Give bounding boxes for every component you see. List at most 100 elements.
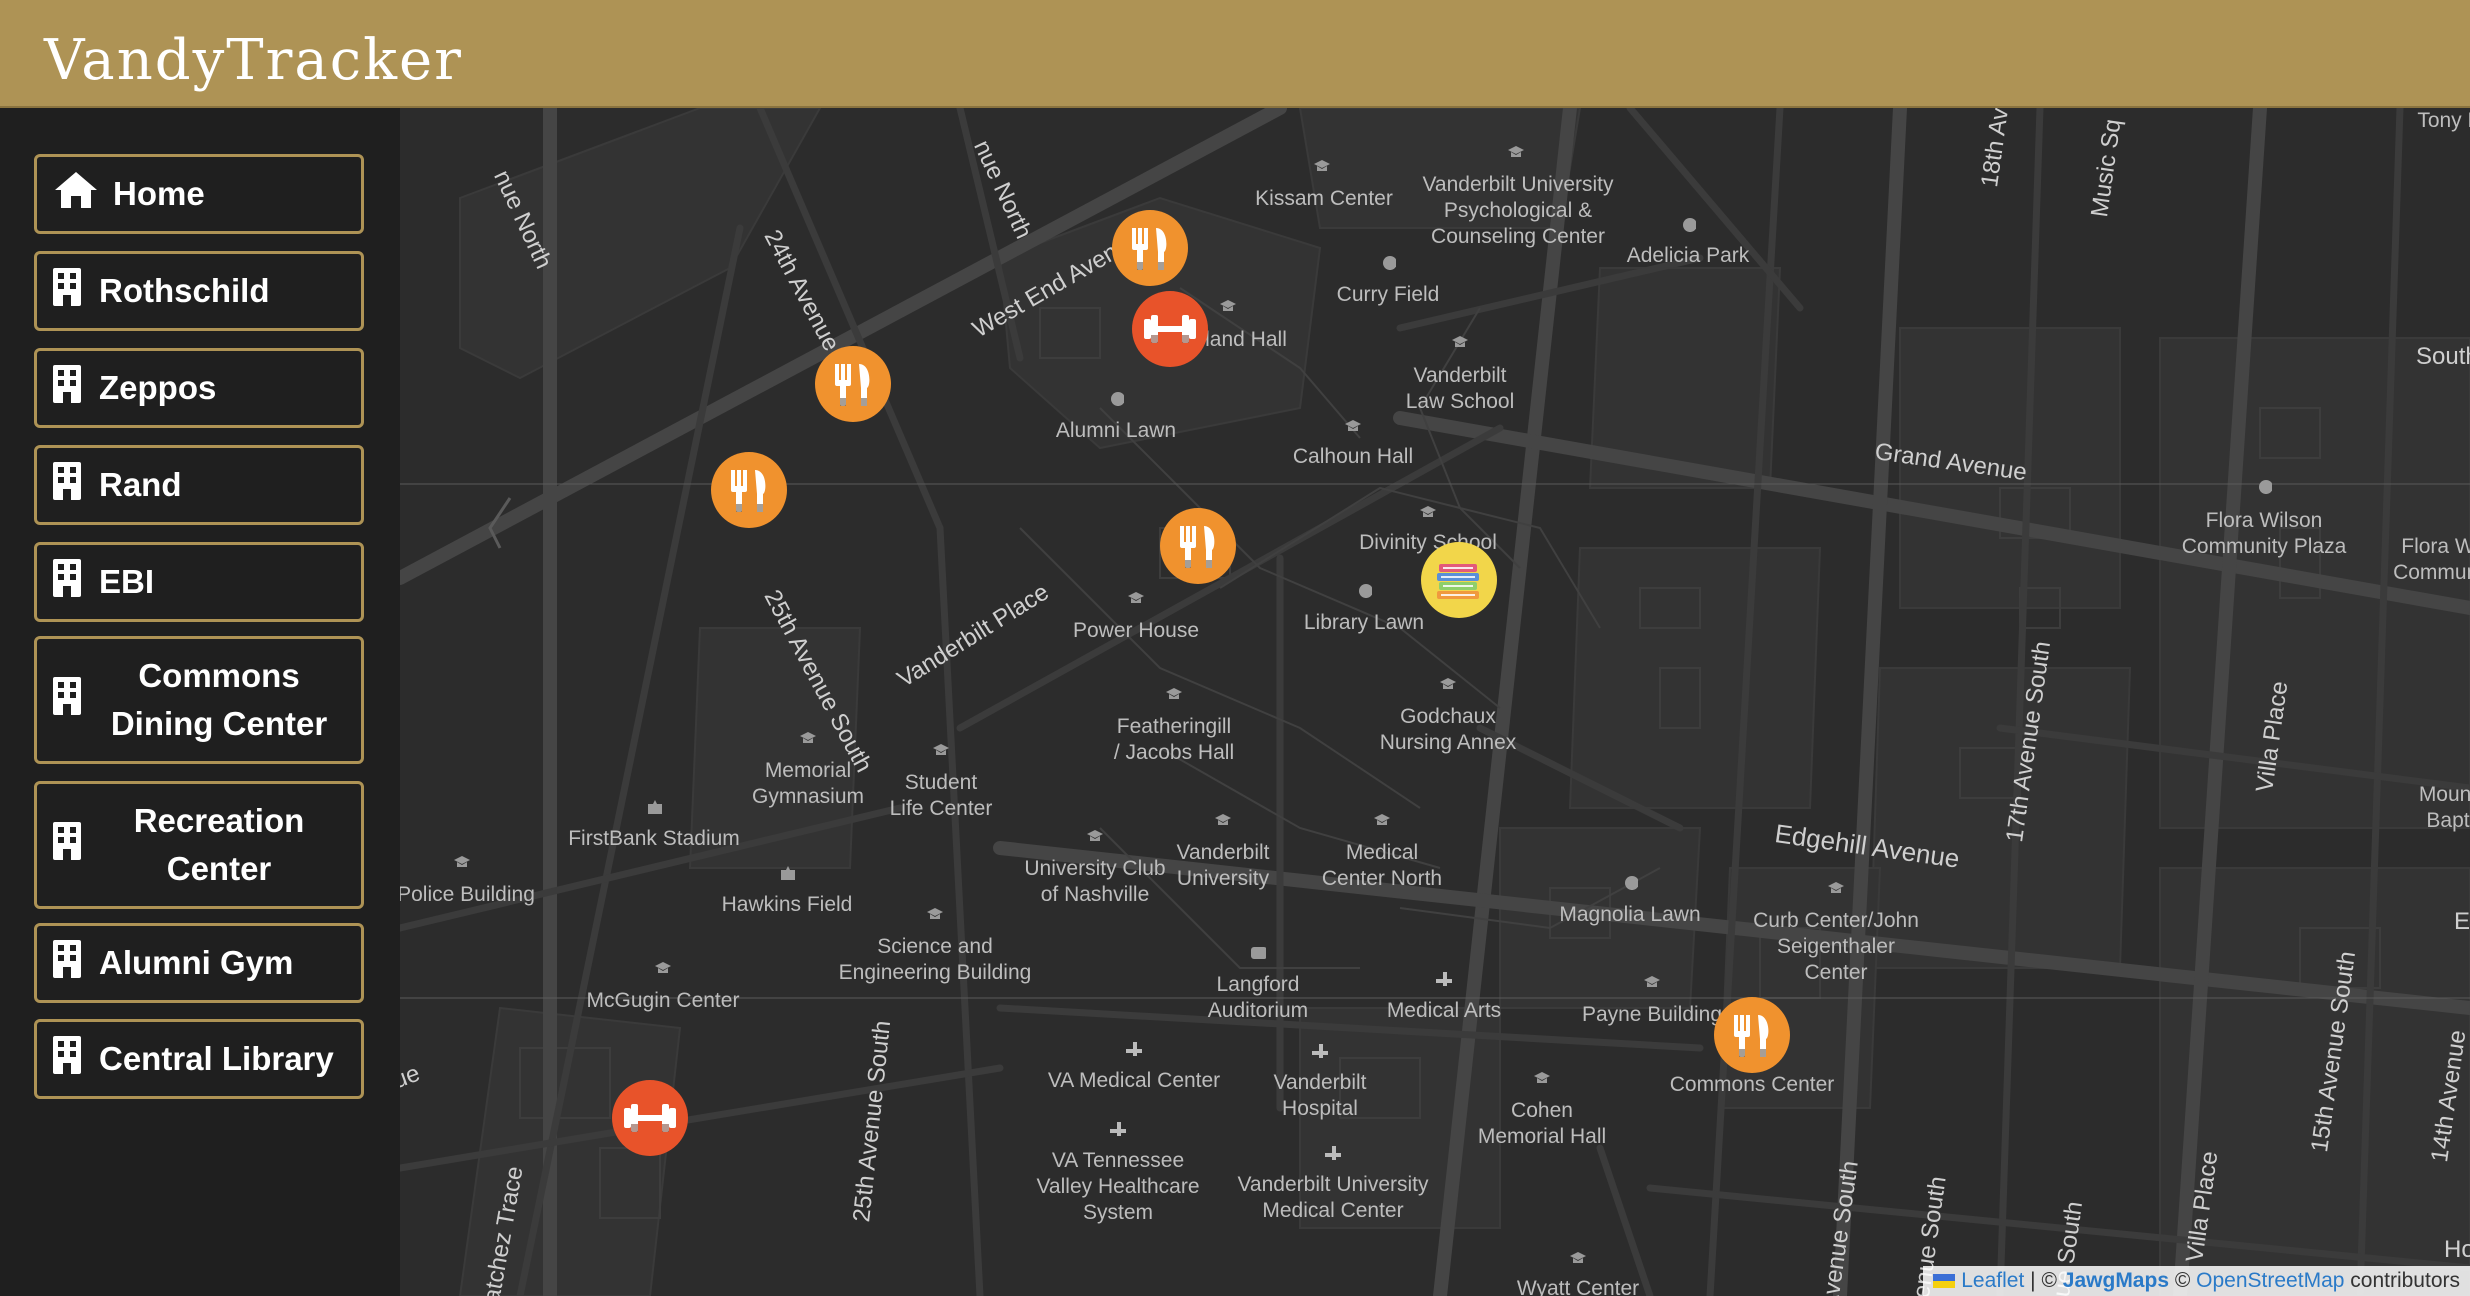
place-label-line: Nursing Annex — [1379, 731, 1517, 754]
place-label-line: Curb Center/John — [1753, 909, 1919, 932]
dumbbell-icon — [624, 1104, 676, 1132]
sidebar-item-zeppos[interactable]: Zeppos — [34, 348, 364, 428]
school-icon — [1570, 1252, 1586, 1263]
dining-marker[interactable] — [815, 346, 891, 422]
place-label: Vanderbilt Law School — [1406, 363, 1515, 415]
school-icon — [655, 962, 671, 973]
sidebar-item-home[interactable]: Home — [34, 154, 364, 234]
utensils-icon — [1132, 228, 1167, 270]
school-icon — [1828, 882, 1844, 893]
medical-icon — [1312, 1044, 1328, 1058]
gym-marker[interactable] — [612, 1080, 688, 1156]
place-label-line: Vanderbilt — [1273, 1071, 1367, 1094]
sidebar-item-label: Home — [113, 175, 205, 212]
building-icon — [53, 822, 81, 868]
place-label: Flora W Communi — [2393, 534, 2470, 586]
leaflet-link[interactable]: Leaflet — [1961, 1269, 2024, 1292]
sidebar-item-central-library[interactable]: Central Library — [34, 1019, 364, 1099]
school-icon — [1374, 814, 1390, 825]
place-label-line: of Nashville — [1040, 883, 1150, 906]
header-bar: VandyTracker — [0, 0, 2470, 108]
place-label-line: Center — [1804, 961, 1868, 984]
sidebar-item-rand[interactable]: Rand — [34, 445, 364, 525]
place-label-line: Langford — [1216, 973, 1300, 996]
school-icon — [1166, 688, 1182, 699]
sidebar-item-commons-dining-center[interactable]: Commons Dining Center — [34, 636, 364, 764]
place-label: Power House — [1072, 619, 1200, 642]
place-label: VA Medical Center — [1047, 1069, 1221, 1092]
dining-marker[interactable] — [1112, 210, 1188, 286]
place-label-line: Vanderbilt — [1176, 841, 1270, 864]
medical-icon — [1436, 972, 1452, 986]
campus-map[interactable]: nue North 24th Avenue North West End Ave… — [400, 108, 2470, 1296]
place-label: Curb Center/John Seigenthaler Center — [1753, 908, 1919, 986]
openstreetmap-link[interactable]: OpenStreetMap — [2196, 1269, 2344, 1292]
place-label: Flora Wilson Community Plaza — [2182, 508, 2347, 560]
sidebar-item-label: Recreation Center — [37, 797, 361, 893]
place-label: VA Tennessee Valley Healthcare System — [1036, 1148, 1199, 1226]
place-label-line: / Jacobs Hall — [1113, 741, 1235, 764]
place-label-line: Godchaux — [1400, 705, 1496, 728]
utensils-icon — [835, 364, 870, 406]
theater-icon — [1251, 947, 1266, 959]
place-label-line: Memorial — [764, 759, 852, 782]
place-label-line: Law School — [1405, 390, 1515, 413]
sidebar-item-label: Alumni Gym — [99, 944, 294, 981]
map-attribution: Leaflet | © JawgMaps © OpenStreetMap con… — [1923, 1266, 2470, 1296]
park-icon — [1625, 876, 1638, 890]
place-label: Adelicia Park — [1626, 244, 1750, 267]
place-label-line: System — [1082, 1201, 1153, 1224]
place-label-line: Vanderbilt University — [1237, 1173, 1429, 1196]
sidebar-item-alumni-gym[interactable]: Alumni Gym — [34, 923, 364, 1003]
place-label: Medical Arts — [1386, 999, 1502, 1022]
place-label: Tony R — [2417, 109, 2470, 132]
place-label-line: Mount — [2418, 783, 2470, 806]
sidebar-item-rothschild[interactable]: Rothschild — [34, 251, 364, 331]
place-label-line: Hospital — [1282, 1097, 1358, 1120]
utensils-icon — [1734, 1015, 1769, 1057]
school-icon — [1220, 300, 1236, 311]
place-label: Vanderbilt University Medical Center — [1237, 1172, 1428, 1224]
medical-icon — [1126, 1042, 1142, 1056]
street-label: Ho — [2444, 1236, 2470, 1263]
park-icon — [2259, 480, 2272, 494]
sidebar-item-ebi[interactable]: EBI — [34, 542, 364, 622]
place-label: land Hall — [1205, 328, 1287, 351]
sidebar-item-recreation-center[interactable]: Recreation Center — [34, 781, 364, 909]
building-icon — [53, 559, 81, 605]
park-icon — [1683, 218, 1696, 232]
place-label: Langford Auditorium — [1208, 972, 1308, 1024]
park-icon — [1359, 584, 1372, 598]
place-label: Curry Field — [1336, 283, 1440, 306]
place-label: Police Building — [400, 883, 535, 906]
place-label: Mount Bapt — [2419, 782, 2470, 834]
place-label-line: Communi — [2393, 561, 2470, 584]
sidebar-item-label: Commons Dining Center — [37, 652, 361, 748]
place-label-line: Medical Center — [1262, 1199, 1404, 1222]
place-label: Cohen Memorial Hall — [1478, 1098, 1606, 1150]
place-label-line: VA Tennessee — [1051, 1149, 1185, 1172]
place-label: Payne Building — [1581, 1003, 1723, 1026]
school-icon — [1314, 160, 1330, 171]
place-label-line: University — [1176, 867, 1270, 890]
place-label-line: Life Center — [889, 797, 993, 820]
label-line-1: Commons — [138, 657, 300, 694]
place-label-line: Auditorium — [1207, 999, 1309, 1022]
dining-marker[interactable] — [711, 452, 787, 528]
label-line-2: Center — [166, 850, 272, 887]
dining-marker[interactable] — [1160, 508, 1236, 584]
building-icon — [53, 268, 81, 314]
dining-marker[interactable] — [1714, 997, 1790, 1073]
place-label: Kissam Center — [1255, 187, 1393, 210]
label-line-2: Dining Center — [110, 705, 328, 742]
place-label-line: Student — [904, 771, 978, 794]
jawgmaps-link[interactable]: JawgMaps — [2063, 1269, 2169, 1292]
place-label-line: Featheringill — [1116, 715, 1232, 738]
library-marker[interactable] — [1421, 542, 1497, 618]
sidebar-item-label: Rothschild — [99, 272, 270, 309]
school-icon — [454, 856, 470, 867]
gym-marker[interactable] — [1132, 291, 1208, 367]
school-icon — [1215, 814, 1231, 825]
school-icon — [1087, 830, 1103, 841]
place-label: Student Life Center — [890, 770, 993, 822]
